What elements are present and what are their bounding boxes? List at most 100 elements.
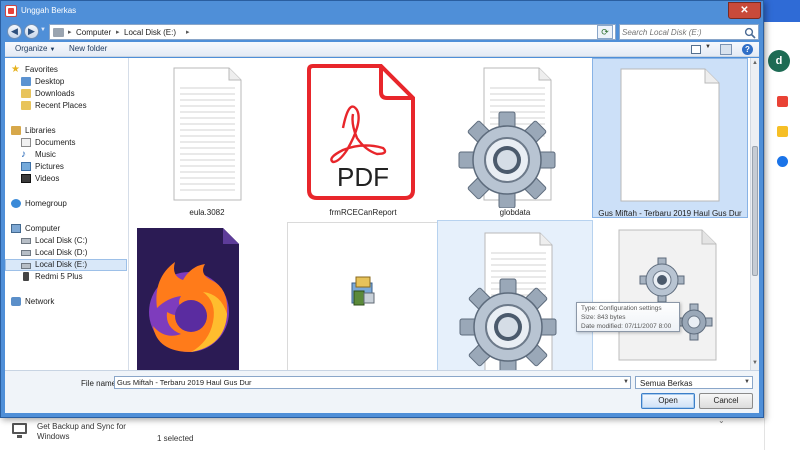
nav-label: Local Disk (D:) [35, 248, 88, 257]
drive-icon [21, 238, 31, 244]
nav-music[interactable]: ♪ Music [5, 149, 127, 161]
homegroup-icon [11, 199, 21, 208]
file-item[interactable] [287, 222, 439, 370]
nav-redmi[interactable]: Redmi 5 Plus [5, 271, 127, 283]
file-item[interactable] [437, 220, 593, 370]
desktop-icon [21, 77, 31, 86]
scroll-up-icon[interactable]: ▲ [752, 60, 758, 66]
chevron-right-icon[interactable]: ▸ [186, 28, 190, 36]
back-button[interactable]: ◀ [7, 24, 22, 39]
file-type-select[interactable]: Semua Berkas ▼ [635, 376, 753, 389]
nav-label: Favorites [25, 65, 58, 74]
nav-label: Pictures [35, 162, 64, 171]
nav-network[interactable]: Network [5, 296, 127, 308]
firefox-icon [137, 228, 239, 370]
organize-button[interactable]: Organize ▼ [15, 44, 55, 53]
gmail-icon[interactable] [777, 96, 788, 107]
file-name: eula.3082 [189, 208, 225, 217]
nav-label: Homegroup [25, 199, 67, 208]
help-button[interactable]: ? [742, 44, 753, 55]
view-dropdown[interactable]: ▼ [705, 44, 711, 50]
nav-favorites[interactable]: ★ Favorites [5, 64, 127, 76]
nav-downloads[interactable]: Downloads [5, 88, 127, 100]
star-icon: ★ [11, 64, 20, 75]
nav-label: Recent Places [35, 101, 87, 110]
chevron-right-icon[interactable]: ▸ [116, 28, 120, 36]
nav-documents[interactable]: Documents [5, 137, 127, 149]
videos-icon [21, 174, 31, 183]
documents-icon [21, 138, 31, 147]
file-item[interactable]: globdata [439, 58, 591, 218]
breadcrumb-local-disk-e[interactable]: Local Disk (E:) [124, 28, 176, 37]
nav-label: Desktop [35, 77, 65, 86]
drive-icon [21, 250, 31, 256]
pdf-badge-text: PDF [337, 162, 389, 192]
network-icon [11, 297, 21, 306]
title-bar[interactable]: Unggah Berkas ✕ [1, 1, 763, 22]
forward-button[interactable]: ▶ [24, 24, 39, 39]
tooltip-size: Size: 843 bytes [581, 314, 626, 321]
preview-pane-button[interactable] [720, 44, 732, 55]
cancel-button[interactable]: Cancel [699, 393, 753, 409]
nav-disk-c[interactable]: Local Disk (C:) [5, 235, 127, 247]
installer-icon [351, 276, 375, 306]
file-tooltip: Type: Configuration settings Size: 843 b… [576, 302, 680, 332]
file-name: frmRCECanReport [329, 208, 397, 217]
scrollbar-thumb[interactable] [752, 146, 758, 276]
keep-icon[interactable] [777, 126, 788, 137]
file-item-selected[interactable]: Gus Miftah - Terbaru 2019 Haul Gus Dur [592, 58, 748, 218]
file-name-label: File name: [81, 379, 119, 388]
music-icon: ♪ [21, 149, 26, 160]
nav-label: Local Disk (C:) [35, 236, 88, 245]
address-row: ◀ ▶ ▼ ▸ Computer ▸ Local Disk (E:) ▸ ▼ ⟳ [5, 23, 759, 41]
file-name: globdata [499, 208, 531, 217]
nav-videos[interactable]: Videos [5, 173, 127, 185]
tasks-icon[interactable] [777, 156, 788, 167]
refresh-button[interactable]: ⟳ [597, 25, 613, 39]
nav-label: Documents [35, 138, 76, 147]
nav-label: Downloads [35, 89, 75, 98]
open-button[interactable]: Open [641, 393, 695, 409]
libraries-icon [11, 126, 21, 135]
nav-label: Local Disk (E:) [35, 260, 88, 269]
nav-recent-places[interactable]: Recent Places [5, 100, 127, 112]
file-item[interactable]: PDF frmRCECanReport [287, 58, 439, 218]
navigation-pane: ★ Favorites Desktop Downloads Recent Pla… [5, 58, 129, 370]
file-name-dropdown[interactable]: ▼ [623, 379, 629, 385]
search-icon[interactable] [744, 27, 756, 39]
address-bar[interactable]: ▸ Computer ▸ Local Disk (E:) ▸ ▼ [49, 24, 631, 40]
vertical-scrollbar[interactable]: ▲ ▼ [750, 58, 759, 370]
gear-document-icon [459, 232, 557, 370]
new-folder-button[interactable]: New folder [69, 44, 107, 53]
view-icon[interactable] [691, 45, 701, 54]
close-button[interactable]: ✕ [728, 2, 761, 19]
chevron-right-icon[interactable]: ▸ [68, 28, 72, 36]
breadcrumb-computer[interactable]: Computer [76, 28, 111, 37]
file-item[interactable] [594, 222, 746, 370]
nav-desktop[interactable]: Desktop [5, 76, 127, 88]
toolbar: Organize ▼ New folder ▼ ? [5, 42, 759, 57]
drive-icon [53, 28, 64, 37]
file-item[interactable] [131, 222, 283, 370]
backup-sync-text: Get Backup and Sync for Windows [37, 422, 126, 441]
tooltip-type: Type: Configuration settings [581, 305, 662, 312]
nav-computer[interactable]: Computer [5, 223, 127, 235]
search-box[interactable] [619, 24, 759, 40]
avatar[interactable]: d [768, 50, 790, 72]
nav-pictures[interactable]: Pictures [5, 161, 127, 173]
nav-label: Videos [35, 174, 60, 183]
selected-count: 1 selected [157, 434, 194, 443]
phone-icon [23, 272, 29, 281]
scroll-down-icon[interactable]: ▼ [752, 360, 758, 366]
nav-homegroup[interactable]: Homegroup [5, 198, 127, 210]
file-name-panel: File name: ▼ Semua Berkas ▼ Open Cancel [5, 370, 759, 413]
search-input[interactable] [622, 27, 740, 38]
nav-label: Network [25, 297, 55, 306]
file-name-field[interactable] [114, 376, 631, 389]
computer-icon [11, 224, 21, 233]
nav-disk-e[interactable]: Local Disk (E:) [5, 259, 127, 271]
nav-libraries[interactable]: Libraries [5, 125, 127, 137]
file-item[interactable]: eula.3082 [131, 58, 283, 218]
nav-disk-d[interactable]: Local Disk (D:) [5, 247, 127, 259]
history-dropdown[interactable]: ▼ [40, 27, 46, 33]
